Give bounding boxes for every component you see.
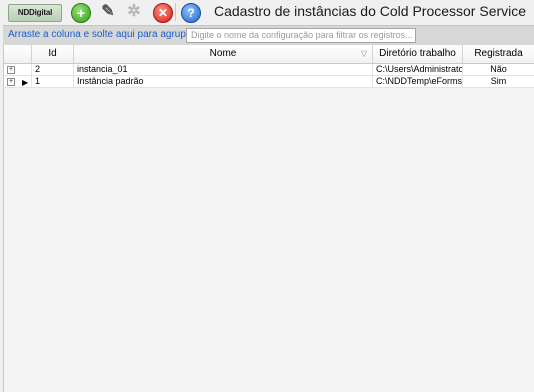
header-id[interactable]: Id xyxy=(32,45,74,63)
nddigital-logo: NDDigital xyxy=(8,4,62,22)
add-button[interactable]: + xyxy=(71,3,91,23)
plus-icon: + xyxy=(76,5,86,21)
help-button[interactable]: ? xyxy=(181,3,201,23)
cell-id[interactable]: 2 xyxy=(32,64,74,75)
header-row-indicator xyxy=(4,45,32,63)
pencil-icon: ✎ xyxy=(101,3,115,20)
header-diretorio[interactable]: Diretório trabalho xyxy=(373,45,463,63)
settings-button[interactable]: ✲ xyxy=(125,3,143,21)
cell-diretorio[interactable]: C:\NDDTemp\eForms_... xyxy=(373,76,463,87)
edit-button[interactable]: ✎ xyxy=(99,3,117,21)
expand-icon[interactable]: + xyxy=(7,78,15,86)
toolbar-separator xyxy=(175,3,176,21)
header-registrada[interactable]: Registrada xyxy=(463,45,534,63)
instances-grid: Id Nome ▽ Diretório trabalho Registrada … xyxy=(3,45,534,392)
filter-input[interactable]: Digite o nome da configuração para filtr… xyxy=(186,28,416,43)
header-nome[interactable]: Nome ▽ xyxy=(74,45,373,63)
cell-id[interactable]: 1 xyxy=(32,76,74,87)
cell-nome[interactable]: Instância padrão xyxy=(74,76,373,87)
filter-icon[interactable]: ▽ xyxy=(361,45,367,63)
row-indicator: + xyxy=(4,64,32,75)
grid-header: Id Nome ▽ Diretório trabalho Registrada xyxy=(4,45,534,64)
toolbar: NDDigital + ✎ ✲ ✕ ? Cadastro de instânci… xyxy=(0,0,534,24)
table-row[interactable]: + ▶ 1 Instância padrão C:\NDDTemp\eForms… xyxy=(4,76,534,88)
cell-registrada[interactable]: Sim xyxy=(463,76,534,87)
header-nome-label: Nome xyxy=(209,48,237,59)
cell-registrada[interactable]: Não xyxy=(463,64,534,75)
cell-diretorio[interactable]: C:\Users\Administrator... xyxy=(373,64,463,75)
close-icon: ✕ xyxy=(157,6,169,20)
table-row[interactable]: + 2 instancia_01 C:\Users\Administrator.… xyxy=(4,64,534,76)
help-icon: ? xyxy=(187,6,195,20)
page-title: Cadastro de instâncias do Cold Processor… xyxy=(214,3,527,19)
group-panel[interactable]: Arraste a coluna e solte aqui para agrup… xyxy=(3,25,534,45)
row-indicator: + ▶ xyxy=(4,76,32,87)
row-pointer-icon: ▶ xyxy=(22,78,29,87)
cell-nome[interactable]: instancia_01 xyxy=(74,64,373,75)
gear-icon: ✲ xyxy=(127,3,141,20)
group-drop-hint: Arraste a coluna e solte aqui para agrup… xyxy=(8,29,195,40)
delete-button[interactable]: ✕ xyxy=(153,3,173,23)
expand-icon[interactable]: + xyxy=(7,66,15,74)
